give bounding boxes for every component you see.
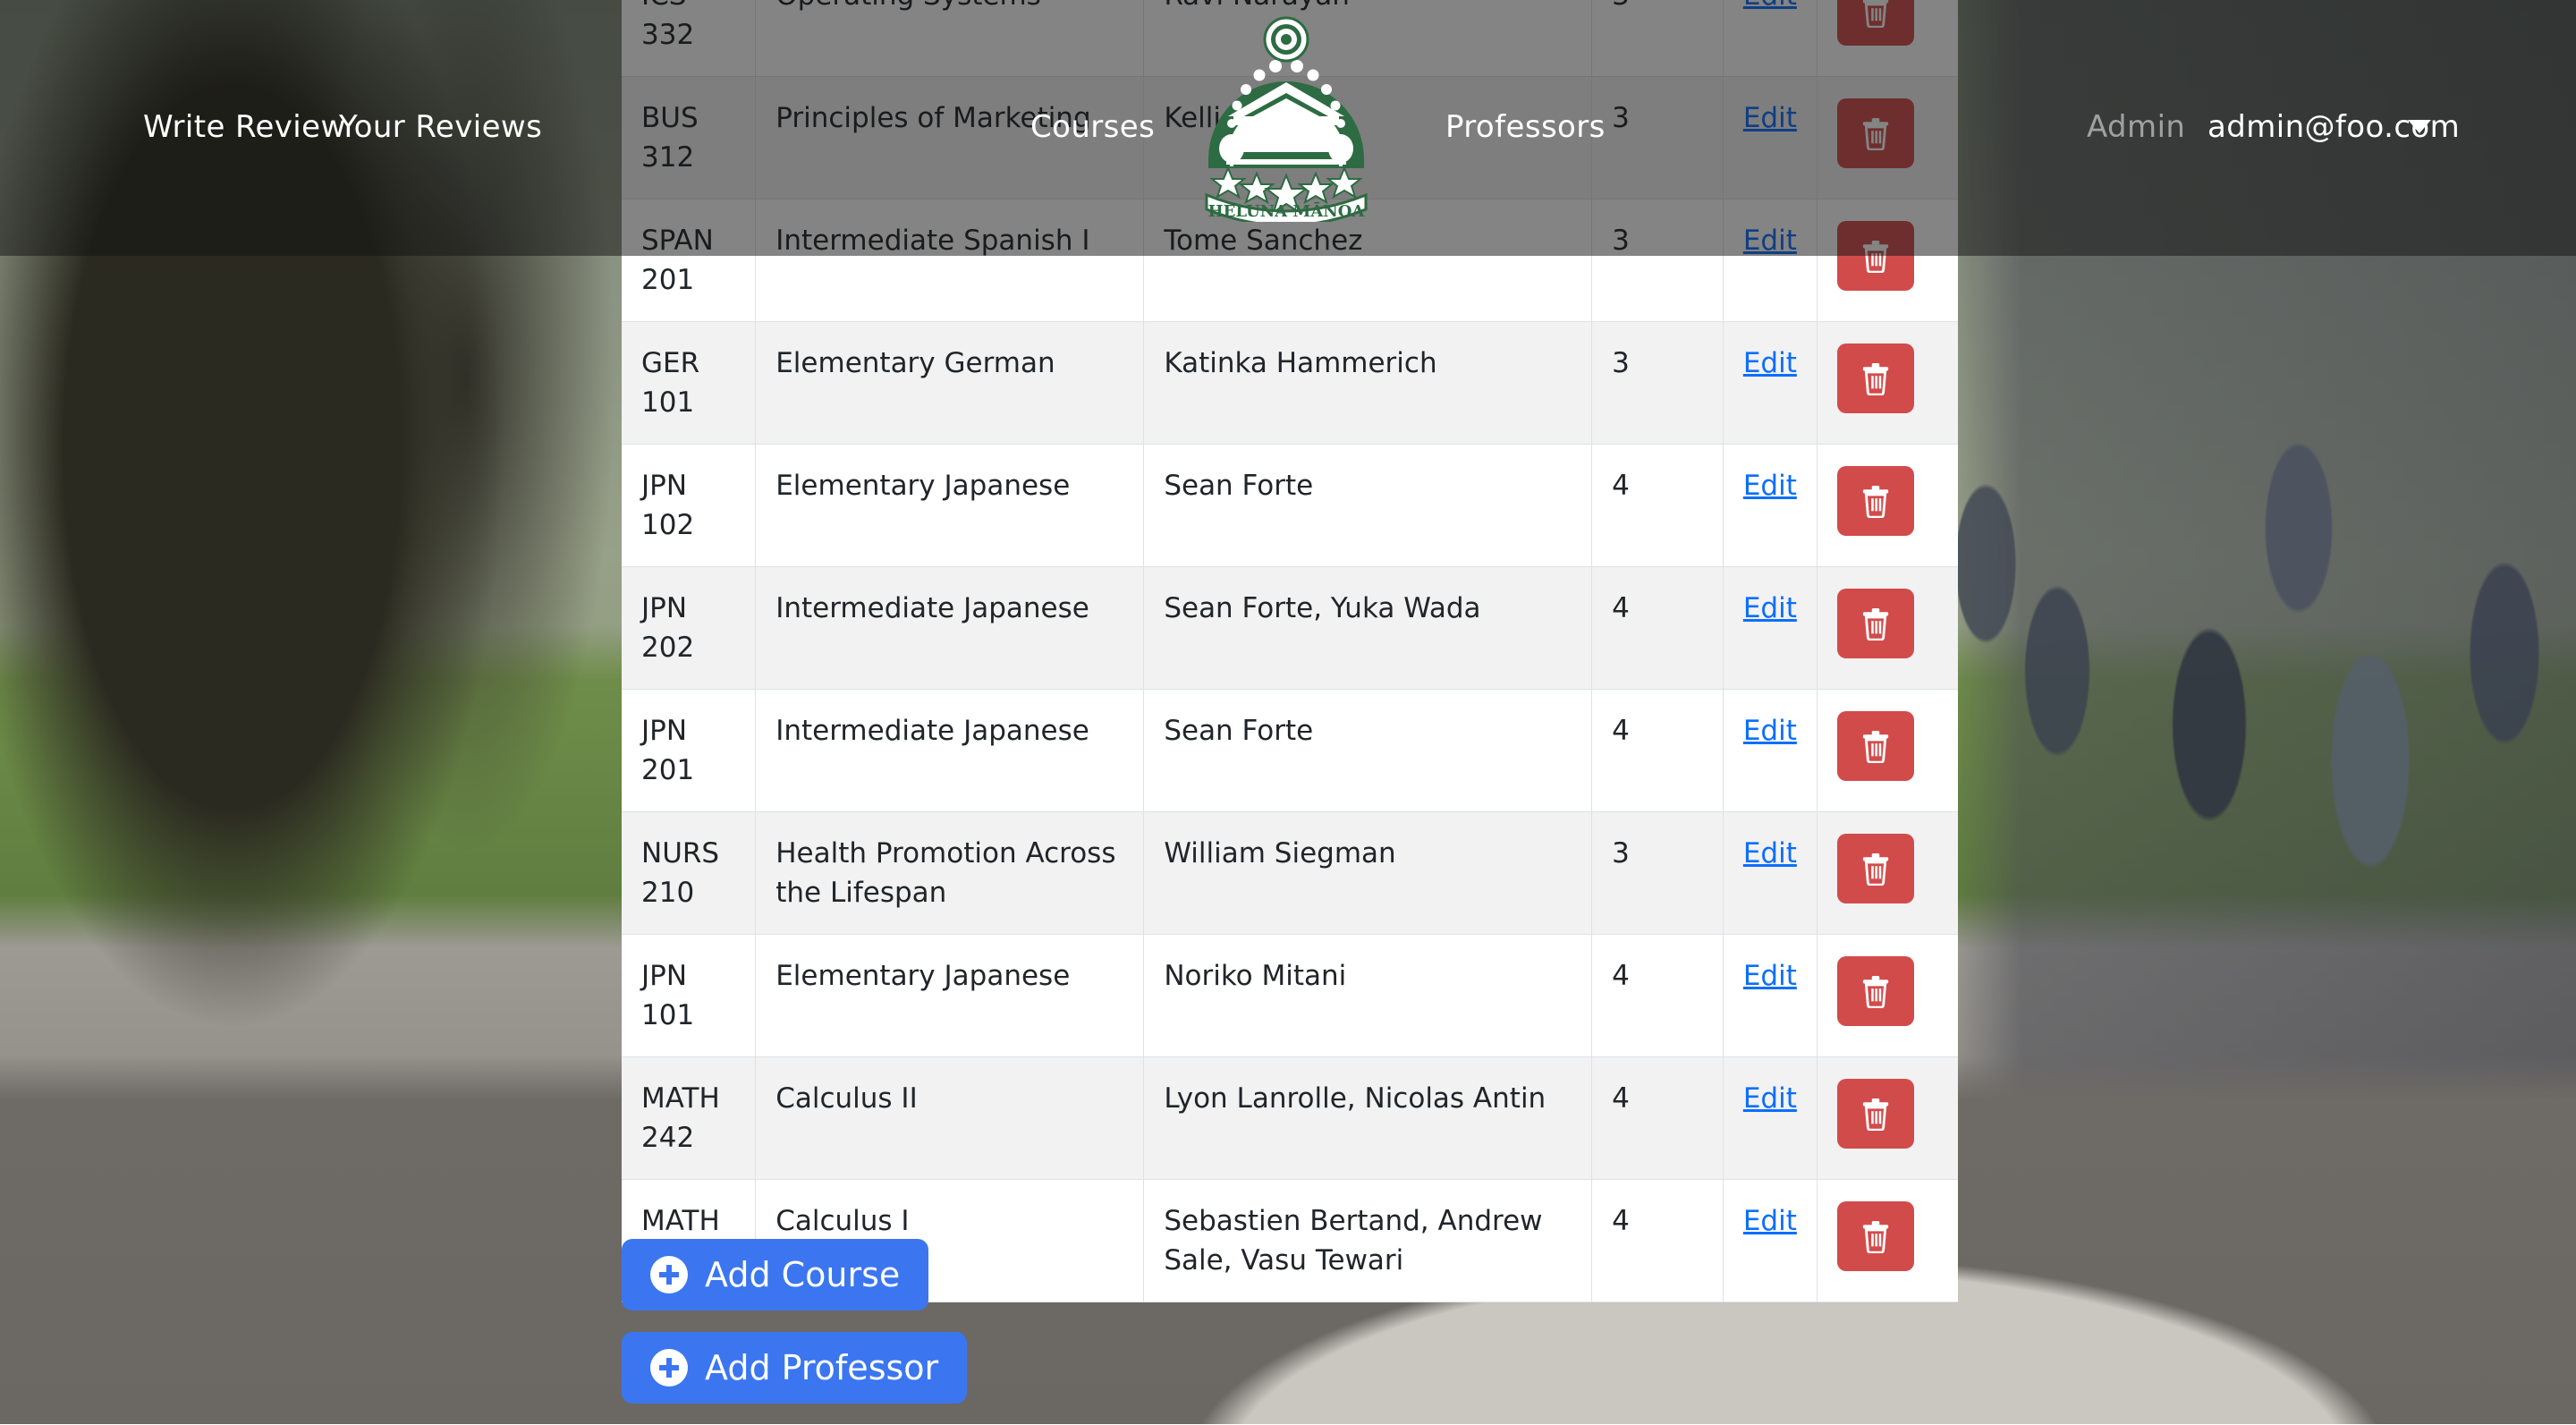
course-professors-cell: Sean Forte	[1144, 445, 1592, 567]
course-professors-cell: Lyon Lanrolle, Nicolas Antin	[1144, 1057, 1592, 1180]
course-title-cell: Elementary German	[756, 322, 1144, 445]
course-credits-cell: 4	[1592, 1057, 1724, 1180]
plus-circle-icon	[650, 1349, 688, 1387]
trash-icon	[1860, 852, 1891, 886]
course-title-cell: Calculus II	[756, 1057, 1144, 1180]
nav-link-courses[interactable]: Courses	[1030, 112, 1155, 142]
delete-course-button[interactable]	[1837, 1201, 1914, 1271]
edit-course-link[interactable]: Edit	[1743, 1082, 1797, 1115]
course-title-cell: Intermediate Japanese	[756, 690, 1144, 812]
edit-course-link[interactable]: Edit	[1743, 1205, 1797, 1237]
course-credits-cell: 4	[1592, 935, 1724, 1057]
action-buttons-group: Add Course Add Professor	[622, 1239, 967, 1425]
table-row: NURS 210Health Promotion Across the Life…	[622, 812, 1958, 935]
nav-link-write-review[interactable]: Write Review	[143, 112, 346, 142]
edit-cell: Edit	[1723, 1180, 1817, 1302]
edit-cell: Edit	[1723, 690, 1817, 812]
logo-banner-text: HELUNA MĀNOA	[1208, 201, 1366, 221]
trash-icon	[1860, 729, 1891, 763]
add-professor-label: Add Professor	[705, 1348, 938, 1387]
edit-course-link[interactable]: Edit	[1743, 592, 1797, 624]
course-credits-cell: 3	[1592, 322, 1724, 445]
delete-course-button[interactable]	[1837, 834, 1914, 903]
course-professors-cell: Noriko Mitani	[1144, 935, 1592, 1057]
nav-link-your-reviews[interactable]: Your Reviews	[339, 112, 542, 142]
table-row: JPN 202Intermediate JapaneseSean Forte, …	[622, 567, 1958, 690]
trash-icon	[1860, 361, 1891, 395]
course-title-cell: Intermediate Japanese	[756, 567, 1144, 690]
edit-cell: Edit	[1723, 1057, 1817, 1180]
course-professors-cell: Sean Forte	[1144, 690, 1592, 812]
delete-cell	[1817, 322, 1958, 445]
table-row: JPN 201Intermediate JapaneseSean Forte4E…	[622, 690, 1958, 812]
table-row: JPN 101Elementary JapaneseNoriko Mitani4…	[622, 935, 1958, 1057]
trash-icon	[1860, 1097, 1891, 1131]
edit-course-link[interactable]: Edit	[1743, 347, 1797, 379]
edit-cell: Edit	[1723, 812, 1817, 935]
delete-course-button[interactable]	[1837, 344, 1914, 413]
edit-course-link[interactable]: Edit	[1743, 470, 1797, 502]
course-professors-cell: William Siegman	[1144, 812, 1592, 935]
course-title-cell: Elementary Japanese	[756, 445, 1144, 567]
course-code-cell: JPN 102	[622, 445, 756, 567]
edit-course-link[interactable]: Edit	[1743, 715, 1797, 747]
course-title-cell: Elementary Japanese	[756, 935, 1144, 1057]
delete-cell	[1817, 690, 1958, 812]
add-professor-button[interactable]: Add Professor	[622, 1332, 967, 1404]
edit-cell: Edit	[1723, 322, 1817, 445]
edit-cell: Edit	[1723, 567, 1817, 690]
course-credits-cell: 4	[1592, 445, 1724, 567]
edit-course-link[interactable]: Edit	[1743, 837, 1797, 869]
course-code-cell: NURS 210	[622, 812, 756, 935]
course-credits-cell: 4	[1592, 567, 1724, 690]
course-professors-cell: Sean Forte, Yuka Wada	[1144, 567, 1592, 690]
nav-link-professors[interactable]: Professors	[1445, 112, 1606, 142]
trash-icon	[1860, 606, 1891, 640]
course-professors-cell: Sebastien Bertand, Andrew Sale, Vasu Tew…	[1144, 1180, 1592, 1302]
delete-course-button[interactable]	[1837, 1079, 1914, 1149]
table-row: MATH 242Calculus IILyon Lanrolle, Nicola…	[622, 1057, 1958, 1180]
course-credits-cell: 3	[1592, 812, 1724, 935]
trash-icon	[1860, 974, 1891, 1008]
course-code-cell: JPN 101	[622, 935, 756, 1057]
table-row: GER 101Elementary GermanKatinka Hammeric…	[622, 322, 1958, 445]
delete-cell	[1817, 567, 1958, 690]
table-row: JPN 102Elementary JapaneseSean Forte4 Edi…	[622, 445, 1958, 567]
delete-cell	[1817, 445, 1958, 567]
add-course-button[interactable]: Add Course	[622, 1239, 928, 1310]
delete-cell	[1817, 935, 1958, 1057]
course-code-cell: MATH 242	[622, 1057, 756, 1180]
delete-course-button[interactable]	[1837, 466, 1914, 536]
course-credits-cell: 4	[1592, 690, 1724, 812]
delete-cell	[1817, 1180, 1958, 1302]
course-professors-cell: Katinka Hammerich	[1144, 322, 1592, 445]
delete-course-button[interactable]	[1837, 589, 1914, 658]
course-code-cell: JPN 201	[622, 690, 756, 812]
edit-course-link[interactable]: Edit	[1743, 960, 1797, 992]
trash-icon	[1860, 484, 1891, 518]
add-course-label: Add Course	[705, 1255, 900, 1294]
delete-course-button[interactable]	[1837, 711, 1914, 781]
course-credits-cell: 4	[1592, 1180, 1724, 1302]
navbar: Write Review Your Reviews Courses Profes…	[0, 0, 2576, 256]
trash-icon	[1860, 1219, 1891, 1253]
edit-cell: Edit	[1723, 935, 1817, 1057]
delete-cell	[1817, 812, 1958, 935]
nav-link-admin[interactable]: Admin	[2087, 112, 2185, 142]
university-seal-logo[interactable]: HELUNA MĀNOA	[1187, 16, 1385, 222]
course-title-cell: Health Promotion Across the Lifespan	[756, 812, 1144, 935]
edit-cell: Edit	[1723, 445, 1817, 567]
chevron-down-icon[interactable]	[2408, 120, 2431, 133]
delete-cell	[1817, 1057, 1958, 1180]
course-code-cell: GER 101	[622, 322, 756, 445]
course-code-cell: JPN 202	[622, 567, 756, 690]
delete-course-button[interactable]	[1837, 956, 1914, 1026]
plus-circle-icon	[650, 1256, 688, 1294]
